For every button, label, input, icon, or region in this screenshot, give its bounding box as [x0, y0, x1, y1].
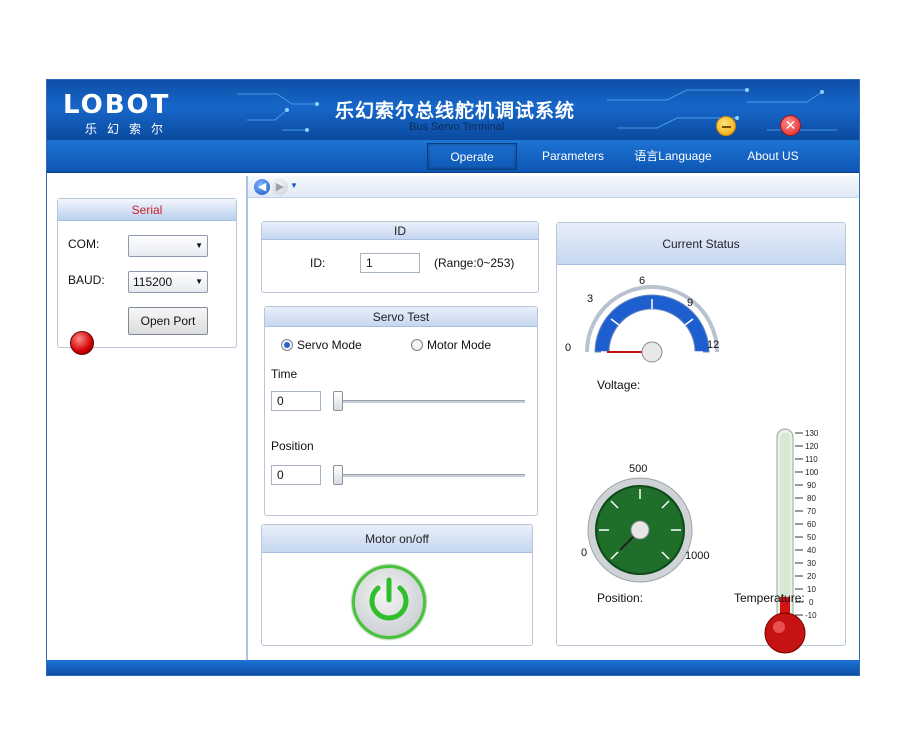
- voltage-tick-12: 12: [707, 339, 720, 351]
- id-panel: ID ID: 1 (Range:0~253): [261, 221, 539, 293]
- position-gauge: [587, 477, 693, 583]
- temperature-label: Temperature:: [734, 591, 805, 605]
- time-label: Time: [271, 367, 298, 381]
- time-input[interactable]: 0: [271, 391, 321, 411]
- id-panel-title: ID: [262, 222, 538, 240]
- temp-tick: 50: [807, 533, 816, 542]
- voltage-tick-6: 6: [639, 275, 646, 287]
- position-tick-500: 500: [629, 463, 648, 475]
- voltage-tick-9: 9: [687, 297, 694, 309]
- position-label: Position: [271, 439, 314, 453]
- connection-status-led: [70, 331, 94, 355]
- servo-mode-label[interactable]: Servo Mode: [297, 338, 362, 352]
- temp-tick: 10: [807, 585, 816, 594]
- id-input[interactable]: 1: [360, 253, 420, 273]
- current-status-panel: Current Status 0 3 6 9 12 Voltage: 500 0…: [556, 222, 846, 654]
- minimize-button[interactable]: [716, 116, 736, 136]
- temp-tick: 60: [807, 520, 816, 529]
- serial-panel: Serial COM: ▼ BAUD: 115200 ▼ Open Port: [57, 198, 237, 355]
- temp-tick: 20: [807, 572, 816, 581]
- title-bar: LOBOT 乐幻索尔 乐幻索尔总线舵机调试系统 Bus Servo Termin…: [47, 80, 859, 140]
- temp-tick: 90: [807, 481, 816, 490]
- status-bar: [47, 660, 859, 675]
- nav-operate[interactable]: Operate: [427, 143, 517, 170]
- id-label: ID:: [310, 256, 326, 270]
- motor-mode-radio[interactable]: [411, 339, 423, 351]
- close-button[interactable]: ✕: [780, 115, 801, 136]
- nav-language[interactable]: 语言Language: [629, 143, 717, 170]
- chevron-down-icon: ▼: [195, 277, 203, 286]
- temp-tick: 30: [807, 559, 816, 568]
- temp-tick: 130: [805, 429, 819, 438]
- motor-power-button[interactable]: [352, 565, 426, 639]
- temp-tick: 0: [809, 598, 814, 607]
- logo-text: LOBOT: [63, 90, 171, 120]
- chevron-down-icon[interactable]: ▼: [290, 180, 298, 192]
- motor-panel-title: Motor on/off: [262, 525, 532, 553]
- temp-tick: 110: [805, 455, 818, 464]
- app-title: 乐幻索尔总线舵机调试系统: [335, 101, 576, 122]
- app-subtitle: Bus Servo Terminal: [409, 121, 505, 133]
- temp-tick: 40: [807, 546, 816, 555]
- thermometer: 130 120 110 100 90 80 70 60 50 40 30 20 …: [764, 428, 819, 654]
- com-select[interactable]: ▼: [128, 235, 208, 257]
- servo-test-panel: Servo Test Servo Mode Motor Mode Time 0 …: [264, 306, 538, 516]
- baud-label: BAUD:: [68, 273, 105, 287]
- pane-divider[interactable]: [246, 176, 248, 660]
- chevron-down-icon: ▼: [195, 241, 203, 250]
- baud-select-value: 115200: [133, 275, 173, 289]
- temp-tick: 120: [805, 442, 819, 451]
- time-slider-track[interactable]: [333, 400, 525, 403]
- app-window: LOBOT 乐幻索尔 乐幻索尔总线舵机调试系统 Bus Servo Termin…: [46, 79, 860, 676]
- voltage-gauge: [585, 285, 719, 363]
- open-port-button[interactable]: Open Port: [128, 307, 208, 335]
- forward-arrow-icon[interactable]: ▶: [272, 179, 288, 195]
- temp-tick: 80: [807, 494, 816, 503]
- com-label: COM:: [68, 237, 100, 251]
- navigation-toolbar: ◀ ▶ ▼: [248, 176, 859, 198]
- position-tick-0: 0: [581, 547, 588, 559]
- servo-mode-radio[interactable]: [281, 339, 293, 351]
- temp-tick: 100: [805, 468, 819, 477]
- id-range-hint: (Range:0~253): [434, 256, 515, 270]
- time-slider-thumb[interactable]: [333, 391, 343, 411]
- position-status-label: Position:: [597, 591, 644, 605]
- back-arrow-icon[interactable]: ◀: [254, 179, 270, 195]
- position-slider-thumb[interactable]: [333, 465, 343, 485]
- motor-panel: Motor on/off: [261, 524, 533, 646]
- temp-tick: -10: [805, 611, 817, 620]
- voltage-tick-3: 3: [587, 293, 594, 305]
- position-slider-track[interactable]: [333, 474, 525, 477]
- temp-tick: 70: [807, 507, 816, 516]
- nav-about-us[interactable]: About US: [729, 143, 817, 170]
- voltage-tick-0: 0: [565, 342, 572, 354]
- current-status-title: Current Status: [557, 223, 845, 265]
- motor-mode-label[interactable]: Motor Mode: [427, 338, 491, 352]
- main-nav: Operate Parameters 语言Language About US: [47, 140, 859, 173]
- position-input[interactable]: 0: [271, 465, 321, 485]
- servo-test-title: Servo Test: [265, 307, 537, 327]
- serial-panel-title: Serial: [58, 199, 236, 221]
- voltage-label: Voltage:: [597, 378, 641, 392]
- baud-select[interactable]: 115200 ▼: [128, 271, 208, 293]
- lobot-logo: LOBOT 乐幻索尔: [63, 90, 223, 136]
- position-tick-1000: 1000: [685, 550, 710, 562]
- logo-subtext: 乐幻索尔: [85, 122, 174, 136]
- nav-parameters[interactable]: Parameters: [529, 143, 617, 170]
- power-icon: [369, 577, 409, 621]
